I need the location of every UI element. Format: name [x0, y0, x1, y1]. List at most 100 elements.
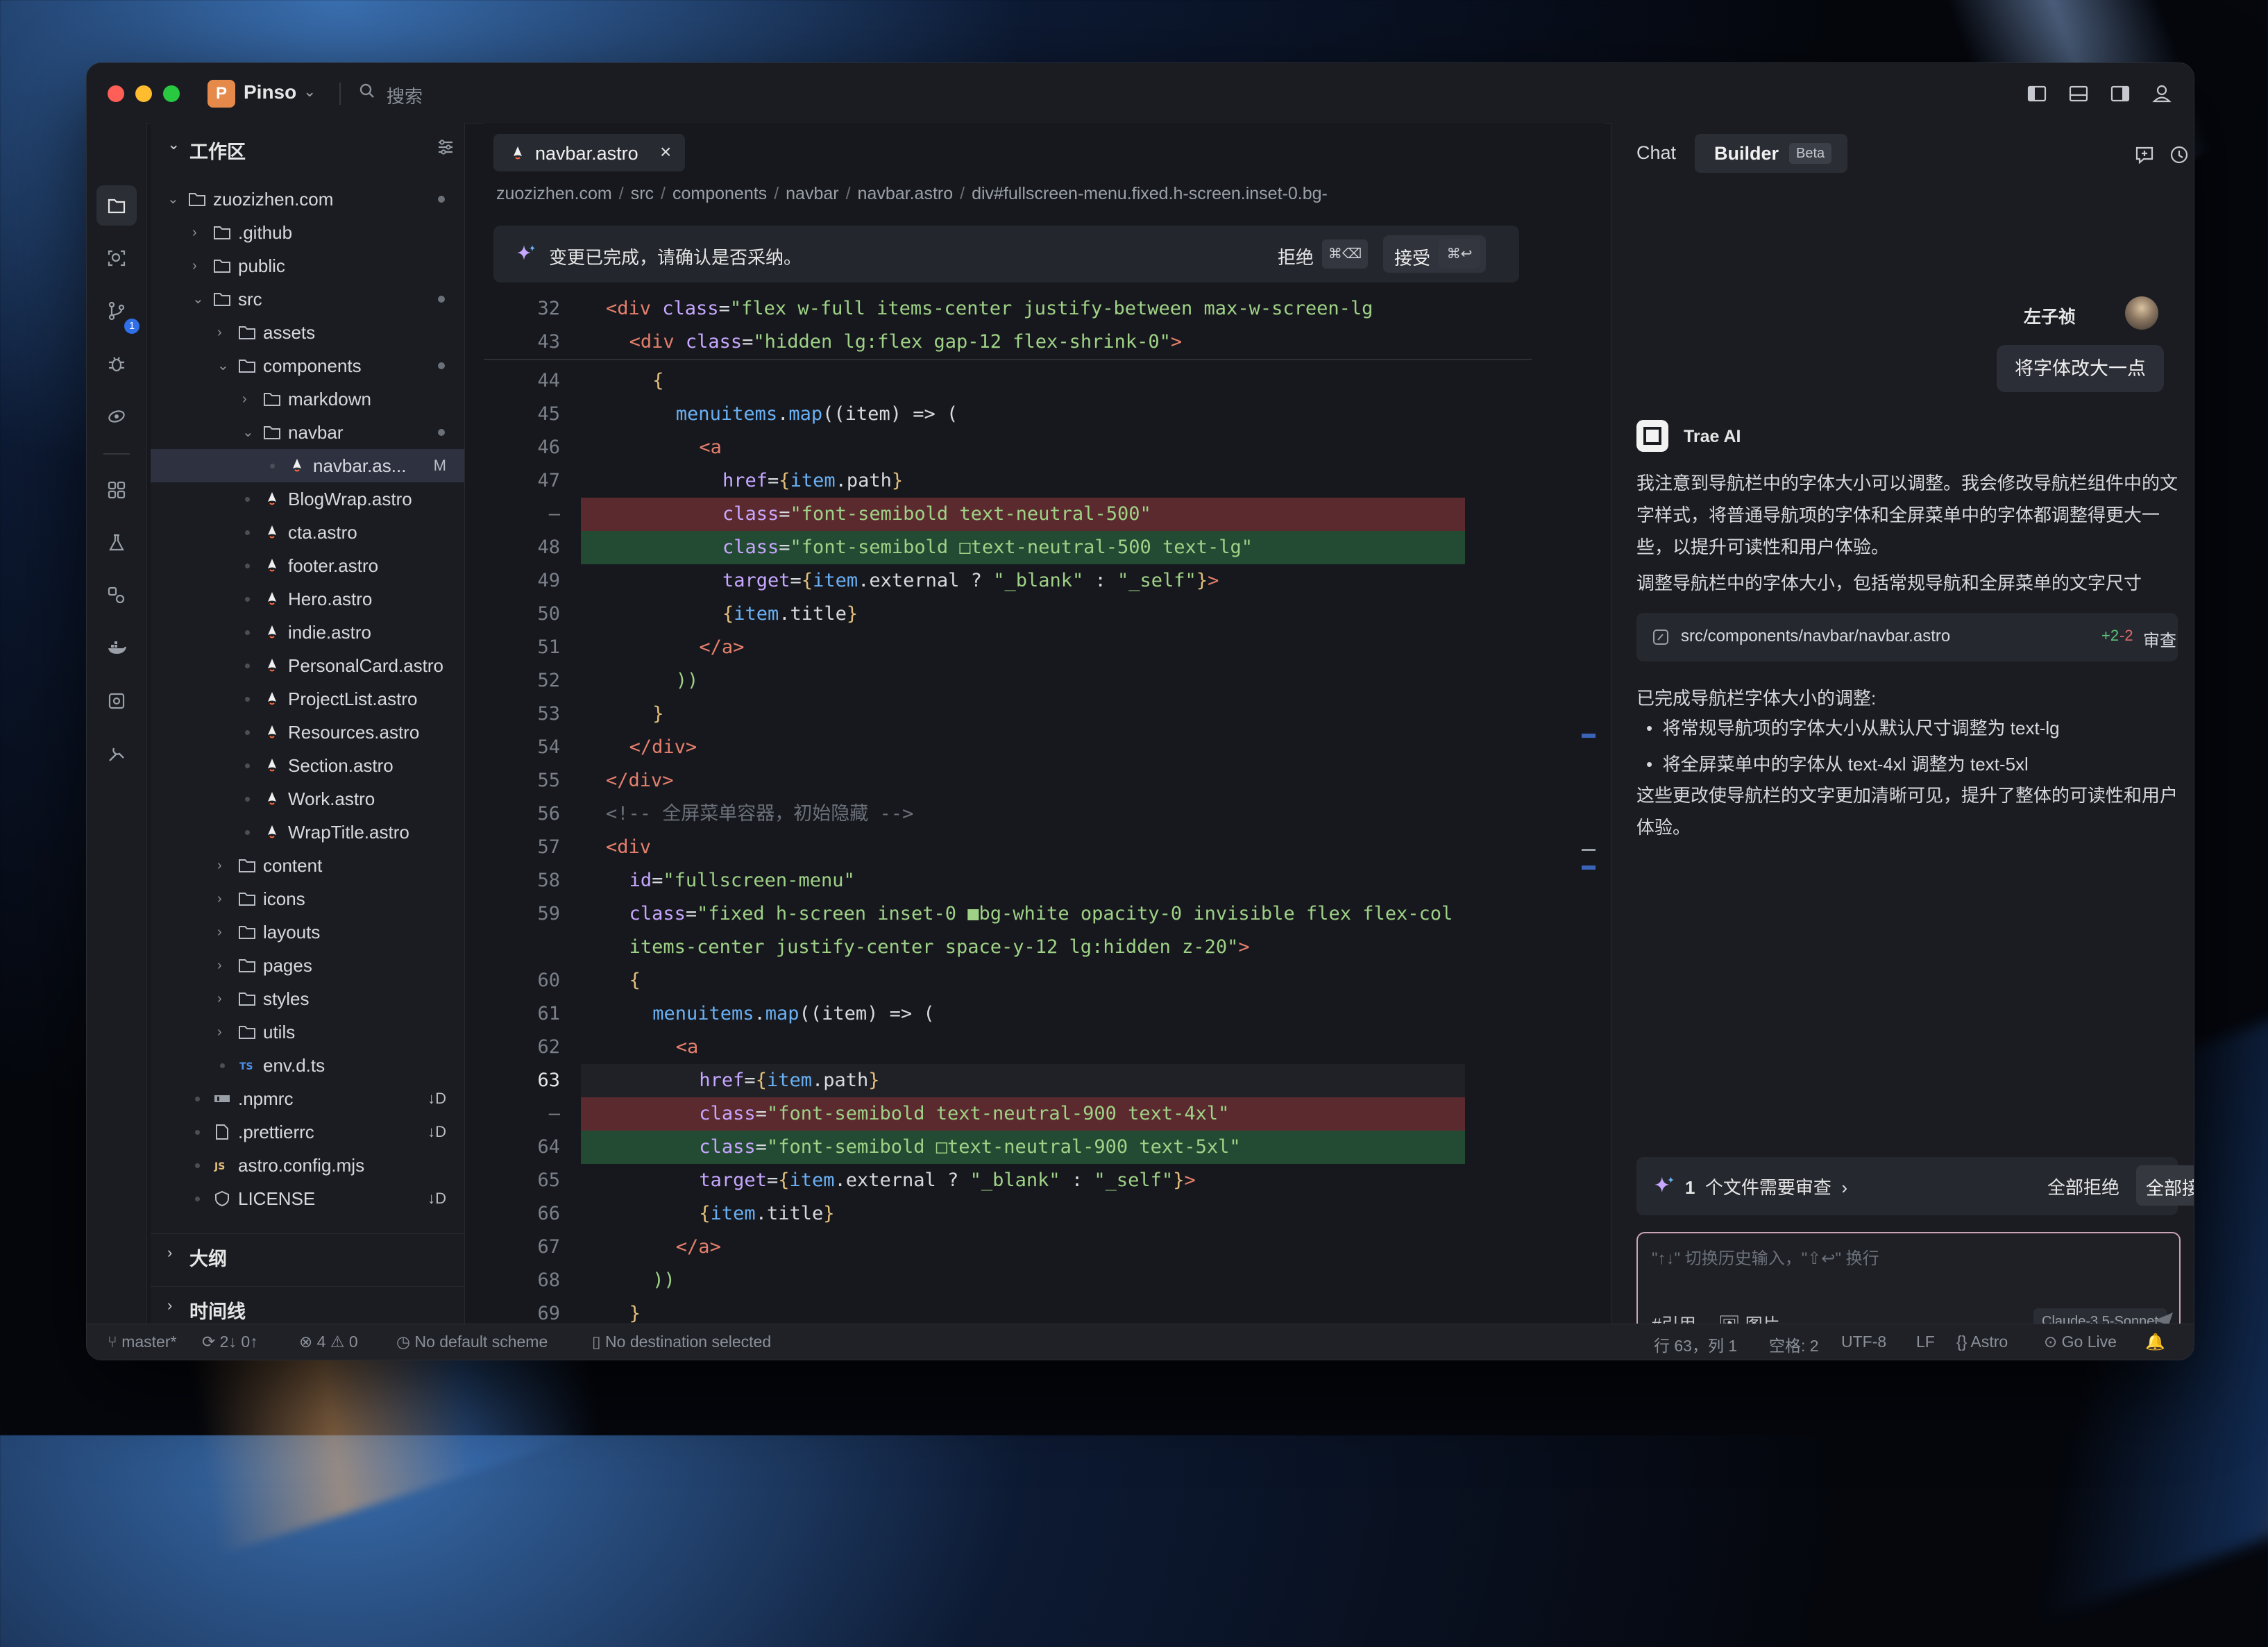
toggle-right-panel-icon[interactable] [2106, 80, 2134, 108]
code-line[interactable]: 44 { [484, 364, 1532, 398]
minimize-window-button[interactable] [135, 85, 152, 102]
tree-item[interactable]: navbar.as... M [151, 449, 464, 482]
tree-item[interactable]: ProjectList.astro [151, 682, 464, 716]
code-line[interactable]: 66 {item.title} [484, 1197, 1532, 1231]
explorer-icon[interactable] [96, 185, 137, 226]
database-icon[interactable] [96, 681, 137, 721]
code-line[interactable]: 32 <div class="flex w-full items-center j… [484, 292, 1532, 326]
review-link[interactable]: 审查 [2143, 627, 2176, 651]
deleted-code-line[interactable]: — class="font-semibold text-neutral-900 t… [549, 1097, 1465, 1131]
code-line[interactable]: 56 <!-- 全屏菜单容器，初始隐藏 --> [484, 797, 1532, 831]
chevron-down-icon[interactable]: ⌄ [217, 349, 229, 382]
history-icon[interactable] [2168, 144, 2190, 166]
tree-item[interactable]: ⌄ navbar [151, 416, 464, 449]
chevron-right-icon[interactable]: › [217, 882, 222, 915]
account-icon[interactable] [2148, 80, 2176, 108]
tree-item[interactable]: BlogWrap.astro [151, 482, 464, 516]
tools-icon[interactable] [96, 734, 137, 774]
code-line[interactable]: 67 </a> [484, 1231, 1532, 1264]
breadcrumb-item[interactable]: navbar.astro [858, 184, 954, 203]
collapse-all-icon[interactable] [437, 138, 455, 156]
chevron-right-icon[interactable]: › [192, 249, 197, 282]
tree-item[interactable]: .npmrc ↓D [151, 1082, 464, 1115]
go-live-button[interactable]: ⊙ Go Live [2044, 1333, 2117, 1351]
tab-chat[interactable]: Chat [1636, 142, 1676, 164]
code-line[interactable]: 45 menuitems.map((item) => ( [484, 398, 1532, 431]
remote-icon[interactable] [96, 396, 137, 437]
tree-item[interactable]: indie.astro [151, 616, 464, 649]
search-files-icon[interactable] [96, 238, 137, 278]
tree-item[interactable]: LICENSE ↓D [151, 1182, 464, 1215]
chevron-right-icon[interactable]: › [217, 949, 222, 982]
search-icon[interactable] [359, 83, 375, 99]
tree-item[interactable]: › markdown [151, 382, 464, 416]
chevron-right-icon[interactable]: › [217, 915, 222, 949]
testing-icon[interactable] [96, 523, 137, 563]
review-files-link[interactable]: 1 个文件需要审查 › [1685, 1174, 1847, 1199]
deleted-code-line[interactable]: — class="font-semibold text-neutral-500" [549, 498, 1465, 531]
code-line[interactable]: 51 </a> [484, 631, 1532, 664]
tree-item[interactable]: › icons [151, 882, 464, 915]
new-chat-icon[interactable] [2133, 144, 2156, 166]
tree-item[interactable]: cta.astro [151, 516, 464, 549]
breadcrumb-item[interactable]: div#fullscreen-menu.fixed.h-screen.inset… [972, 184, 1328, 203]
chevron-right-icon[interactable]: › [242, 382, 247, 416]
indentation[interactable]: 空格: 2 [1769, 1333, 1819, 1356]
tree-item[interactable]: › styles [151, 982, 464, 1015]
code-line[interactable]: 47 href={item.path} [484, 464, 1532, 498]
timeline-section[interactable]: › 时间线 [151, 1286, 464, 1328]
tree-item[interactable]: › layouts [151, 915, 464, 949]
breadcrumb-item[interactable]: zuozizhen.com [496, 184, 612, 203]
tree-item[interactable]: › utils [151, 1015, 464, 1049]
chevron-right-icon[interactable]: › [217, 982, 222, 1015]
tree-item[interactable]: PersonalCard.astro [151, 649, 464, 682]
toggle-bottom-panel-icon[interactable] [2065, 80, 2092, 108]
chevron-right-icon[interactable]: › [217, 316, 222, 349]
tree-item[interactable]: ⌄ src [151, 282, 464, 316]
tab-navbar-astro[interactable]: navbar.astro × [493, 134, 685, 171]
accept-button[interactable]: 接受 ⌘↩ [1383, 235, 1486, 273]
close-tab-icon[interactable]: × [660, 141, 671, 163]
chevron-right-icon[interactable]: › [192, 216, 197, 249]
tree-item[interactable]: JS astro.config.mjs [151, 1149, 464, 1182]
tree-item[interactable]: TS env.d.ts [151, 1049, 464, 1082]
project-badge[interactable]: P [208, 80, 235, 108]
tree-item[interactable]: › .github [151, 216, 464, 249]
reject-button[interactable]: 拒绝 [1278, 244, 1314, 269]
chevron-down-icon[interactable]: ⌄ [167, 183, 179, 216]
code-line[interactable]: 65 target={item.external ? "_blank" : "_s… [484, 1164, 1532, 1197]
tree-item[interactable]: › pages [151, 949, 464, 982]
tree-item[interactable]: .prettierrc ↓D [151, 1115, 464, 1149]
chevron-down-icon[interactable]: ⌄ [242, 416, 254, 449]
tree-item[interactable]: ⌄ zuozizhen.com [151, 183, 464, 216]
branch-status[interactable]: ⑂ master* [108, 1333, 176, 1351]
extensions-icon[interactable] [96, 470, 137, 510]
code-line[interactable]: 62 <a [484, 1031, 1532, 1064]
language-mode[interactable]: {} Astro [1956, 1333, 2008, 1351]
tree-item[interactable]: › public [151, 249, 464, 282]
chevron-down-icon[interactable]: ⌄ [192, 282, 204, 316]
tree-item[interactable]: › content [151, 849, 464, 882]
breadcrumb-item[interactable]: src [631, 184, 654, 203]
shapes-icon[interactable] [96, 575, 137, 616]
code-line[interactable]: 49 target={item.external ? "_blank" : "_s… [484, 564, 1532, 598]
encoding[interactable]: UTF-8 [1841, 1333, 1886, 1351]
code-line[interactable]: 59 class="fixed h-screen inset-0 ■bg-whit… [484, 897, 1532, 931]
docker-icon[interactable] [96, 628, 137, 668]
tree-item[interactable]: WrapTitle.astro [151, 816, 464, 849]
chevron-right-icon[interactable]: › [217, 1015, 222, 1049]
debug-icon[interactable] [96, 344, 137, 384]
changed-file-card[interactable]: src/components/navbar/navbar.astro +2 -2… [1636, 613, 2178, 661]
code-line[interactable]: 54 </div> [484, 731, 1532, 764]
code-line[interactable]: 60 { [484, 964, 1532, 997]
code-line[interactable]: 68)) [484, 1264, 1532, 1297]
chevron-right-icon[interactable]: › [217, 849, 222, 882]
notifications-icon[interactable]: 🔔 [2145, 1333, 2165, 1351]
tree-item[interactable]: Work.astro [151, 782, 464, 816]
chevron-down-icon[interactable]: ⌄ [303, 83, 316, 101]
tree-item[interactable]: Resources.astro [151, 716, 464, 749]
code-line[interactable]: 57 <div [484, 831, 1532, 864]
breadcrumb-item[interactable]: components [672, 184, 767, 203]
chevron-down-icon[interactable]: ⌄ [167, 135, 180, 153]
search-input[interactable]: 搜索 [387, 83, 423, 108]
